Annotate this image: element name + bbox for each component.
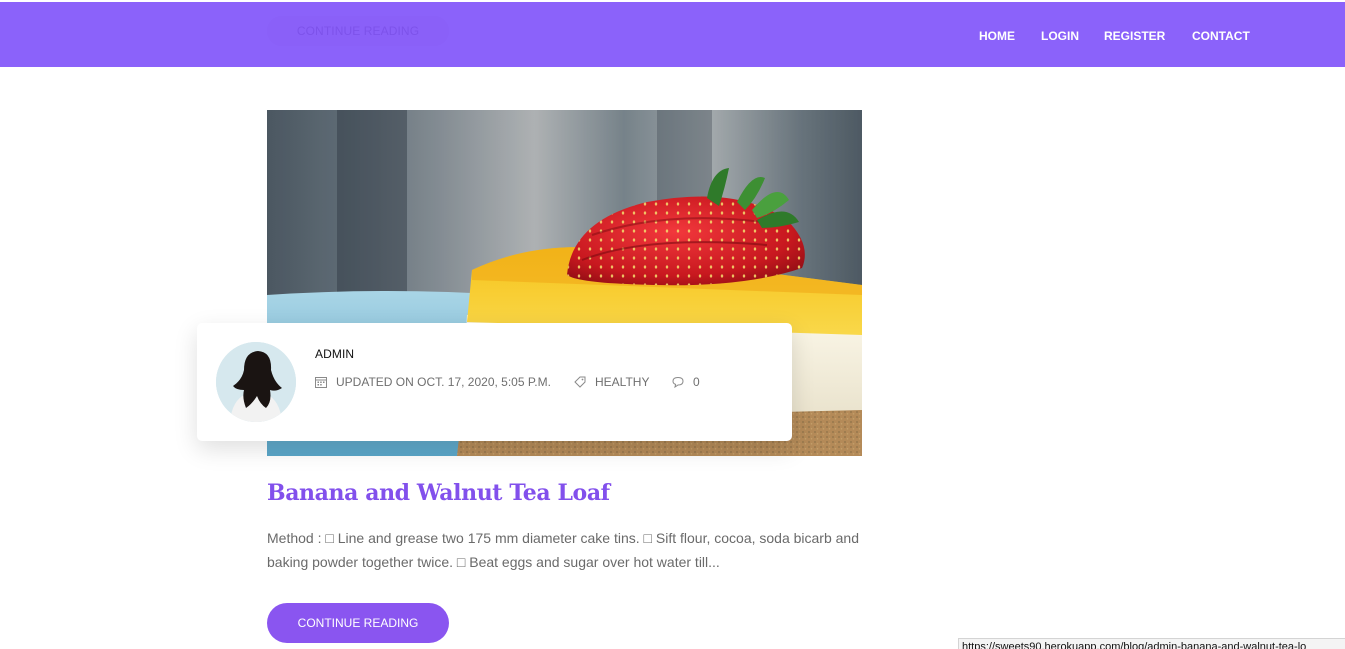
main-nav: HOME LOGIN REGISTER CONTACT <box>0 29 1345 45</box>
post-excerpt: Method : □ Line and grease two 175 mm di… <box>267 530 860 570</box>
post-category[interactable]: HEALTHY <box>574 375 649 389</box>
nav-contact-link[interactable]: CONTACT <box>1192 29 1250 43</box>
post-title[interactable]: Banana and Walnut Tea Loaf <box>267 480 610 506</box>
author-avatar[interactable] <box>216 342 296 422</box>
post-date-text: UPDATED ON OCT. 17, 2020, 5:05 P.M. <box>336 375 551 389</box>
comment-icon <box>672 376 684 388</box>
post-meta-card: ADMIN UPDATED ON OCT. 17, 2020, 5:05 P.M… <box>197 323 792 441</box>
status-url-bar: https://sweets90.herokuapp.com/blog/admi… <box>958 638 1345 649</box>
site-header: CONTINUE READING HOME LOGIN REGISTER CON… <box>0 2 1345 67</box>
post-category-text[interactable]: HEALTHY <box>595 375 649 389</box>
nav-register-link[interactable]: REGISTER <box>1104 29 1165 43</box>
page: CONTINUE READING HOME LOGIN REGISTER CON… <box>0 0 1345 649</box>
nav-login-link[interactable]: LOGIN <box>1041 29 1079 43</box>
nav-home-link[interactable]: HOME <box>979 29 1015 43</box>
tag-icon <box>574 376 586 388</box>
post-comments[interactable]: 0 <box>672 375 700 389</box>
post-comments-count[interactable]: 0 <box>693 375 700 389</box>
post-date: UPDATED ON OCT. 17, 2020, 5:05 P.M. <box>315 375 551 389</box>
calendar-icon <box>315 377 327 388</box>
author-name[interactable]: ADMIN <box>315 347 354 361</box>
continue-reading-button[interactable]: CONTINUE READING <box>267 603 449 643</box>
